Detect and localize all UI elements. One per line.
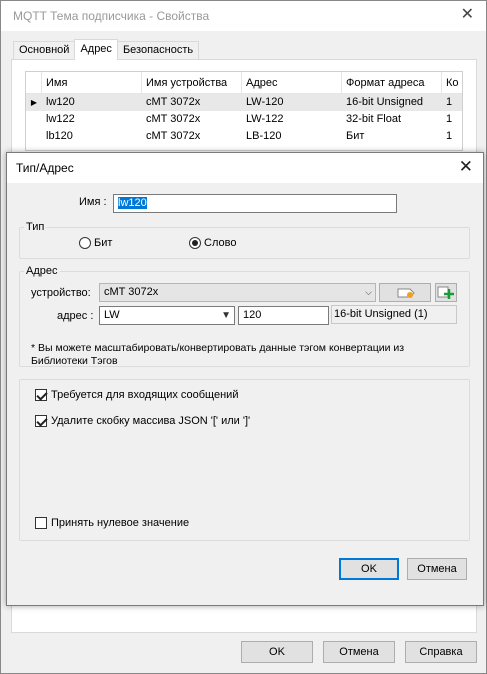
add-icon bbox=[437, 286, 454, 299]
type-group-title: Тип bbox=[24, 221, 47, 233]
header-name[interactable]: Имя bbox=[42, 72, 142, 93]
radio-bit-label: Бит bbox=[94, 237, 113, 249]
cell-device: cMT 3072x bbox=[146, 130, 201, 142]
topics-table: Имя Имя устройства Адрес Формат адреса К… bbox=[25, 71, 463, 151]
window-cancel-button[interactable]: Отмена bbox=[323, 641, 395, 663]
header-device[interactable]: Имя устройства bbox=[142, 72, 242, 93]
add-device-button[interactable] bbox=[435, 283, 457, 302]
window-buttons: OK Отмена Справка bbox=[241, 641, 477, 663]
name-input[interactable]: lw120 bbox=[113, 194, 397, 213]
accept-null-label: Принять нулевое значение bbox=[51, 517, 190, 529]
tab-address[interactable]: Адрес bbox=[74, 39, 118, 60]
row-pointer-icon bbox=[26, 111, 42, 128]
dialog-title: Тип/Адрес bbox=[16, 161, 74, 175]
dialog-titlebar: Тип/Адрес ✕ bbox=[7, 153, 483, 183]
incoming-label: Требуется для входящих сообщений bbox=[51, 389, 239, 401]
dialog-ok-button[interactable]: OK bbox=[339, 558, 399, 580]
cell-count: 1 bbox=[446, 96, 453, 108]
json-bracket-checkbox[interactable]: Удалите скобку массива JSON '[' или ']' bbox=[35, 415, 250, 427]
cell-address: LW-120 bbox=[246, 96, 284, 108]
window-titlebar: MQTT Тема подписчика - Свойства ✕ bbox=[1, 1, 486, 31]
row-pointer-icon bbox=[26, 128, 42, 145]
address-type-value: LW bbox=[104, 309, 120, 321]
device-settings-button[interactable] bbox=[379, 283, 431, 302]
address-value: 120 bbox=[243, 309, 262, 321]
type-address-dialog: Тип/Адрес ✕ Имя : lw120 Тип Бит Слово Ад… bbox=[6, 152, 484, 606]
address-type-select[interactable]: LW ▼ bbox=[99, 306, 235, 325]
device-label: устройство: bbox=[31, 287, 91, 299]
table-row[interactable]: lw122 cMT 3072x LW-122 32-bit Float 1 bbox=[26, 111, 462, 128]
name-label: Имя : bbox=[79, 196, 107, 208]
incoming-checkbox[interactable]: Требуется для входящих сообщений bbox=[35, 389, 238, 401]
window-tabs: Основной Адрес Безопасность bbox=[13, 39, 200, 60]
tag-edit-icon bbox=[397, 288, 415, 298]
device-value: cMT 3072x bbox=[104, 286, 159, 298]
header-count[interactable]: Ко bbox=[442, 72, 462, 93]
radio-word[interactable]: Слово bbox=[189, 237, 236, 249]
header-format[interactable]: Формат адреса bbox=[342, 72, 442, 93]
cell-name: lw122 bbox=[46, 113, 75, 125]
cell-format: Бит bbox=[346, 130, 365, 142]
tab-general[interactable]: Основной bbox=[13, 41, 76, 60]
window-title: MQTT Тема подписчика - Свойства bbox=[13, 9, 210, 23]
dialog-close-icon[interactable]: ✕ bbox=[459, 158, 473, 175]
cell-name: lw120 bbox=[46, 96, 75, 108]
window-ok-button[interactable]: OK bbox=[241, 641, 313, 663]
header-address[interactable]: Адрес bbox=[242, 72, 342, 93]
address-format-display: 16-bit Unsigned (1) bbox=[331, 305, 457, 324]
table-row[interactable]: ▶ lw120 cMT 3072x LW-120 16-bit Unsigned… bbox=[26, 94, 462, 111]
dialog-cancel-button[interactable]: Отмена bbox=[407, 558, 467, 580]
cell-count: 1 bbox=[446, 130, 453, 142]
cell-address: LW-122 bbox=[246, 113, 284, 125]
cell-name: lb120 bbox=[46, 130, 73, 142]
radio-bit-icon bbox=[79, 237, 91, 249]
cell-format: 32-bit Float bbox=[346, 113, 402, 125]
json-bracket-label: Удалите скобку массива JSON '[' или ']' bbox=[51, 415, 251, 427]
cell-count: 1 bbox=[446, 113, 453, 125]
accept-null-checkbox[interactable]: Принять нулевое значение bbox=[35, 517, 189, 529]
device-select[interactable]: cMT 3072x ⌵ bbox=[99, 283, 376, 302]
address-group-title: Адрес bbox=[24, 265, 60, 277]
header-marker bbox=[26, 72, 42, 93]
address-label: адрес : bbox=[57, 310, 94, 322]
window-close-icon[interactable]: ✕ bbox=[461, 7, 474, 23]
tab-security[interactable]: Безопасность bbox=[116, 41, 200, 60]
checkbox-checked-icon bbox=[35, 415, 47, 427]
radio-bit[interactable]: Бит bbox=[79, 237, 112, 249]
checkbox-checked-icon bbox=[35, 389, 47, 401]
chevron-down-icon: ⌵ bbox=[365, 287, 372, 297]
cell-address: LB-120 bbox=[246, 130, 282, 142]
address-format-value: 16-bit Unsigned (1) bbox=[334, 308, 428, 320]
dropdown-arrow-icon: ▼ bbox=[221, 310, 231, 321]
table-header: Имя Имя устройства Адрес Формат адреса К… bbox=[26, 72, 462, 94]
cell-device: cMT 3072x bbox=[146, 96, 201, 108]
window-help-button[interactable]: Справка bbox=[405, 641, 477, 663]
row-pointer-icon: ▶ bbox=[30, 98, 38, 107]
table-row[interactable]: lb120 cMT 3072x LB-120 Бит 1 bbox=[26, 128, 462, 145]
radio-word-icon bbox=[189, 237, 201, 249]
checkbox-unchecked-icon bbox=[35, 517, 47, 529]
address-note: * Вы можете масштабировать/конвертироват… bbox=[31, 342, 405, 364]
address-input[interactable]: 120 bbox=[238, 306, 329, 325]
radio-word-label: Слово bbox=[204, 237, 237, 249]
cell-format: 16-bit Unsigned bbox=[346, 96, 424, 108]
cell-device: cMT 3072x bbox=[146, 113, 201, 125]
name-value: lw120 bbox=[118, 197, 147, 209]
